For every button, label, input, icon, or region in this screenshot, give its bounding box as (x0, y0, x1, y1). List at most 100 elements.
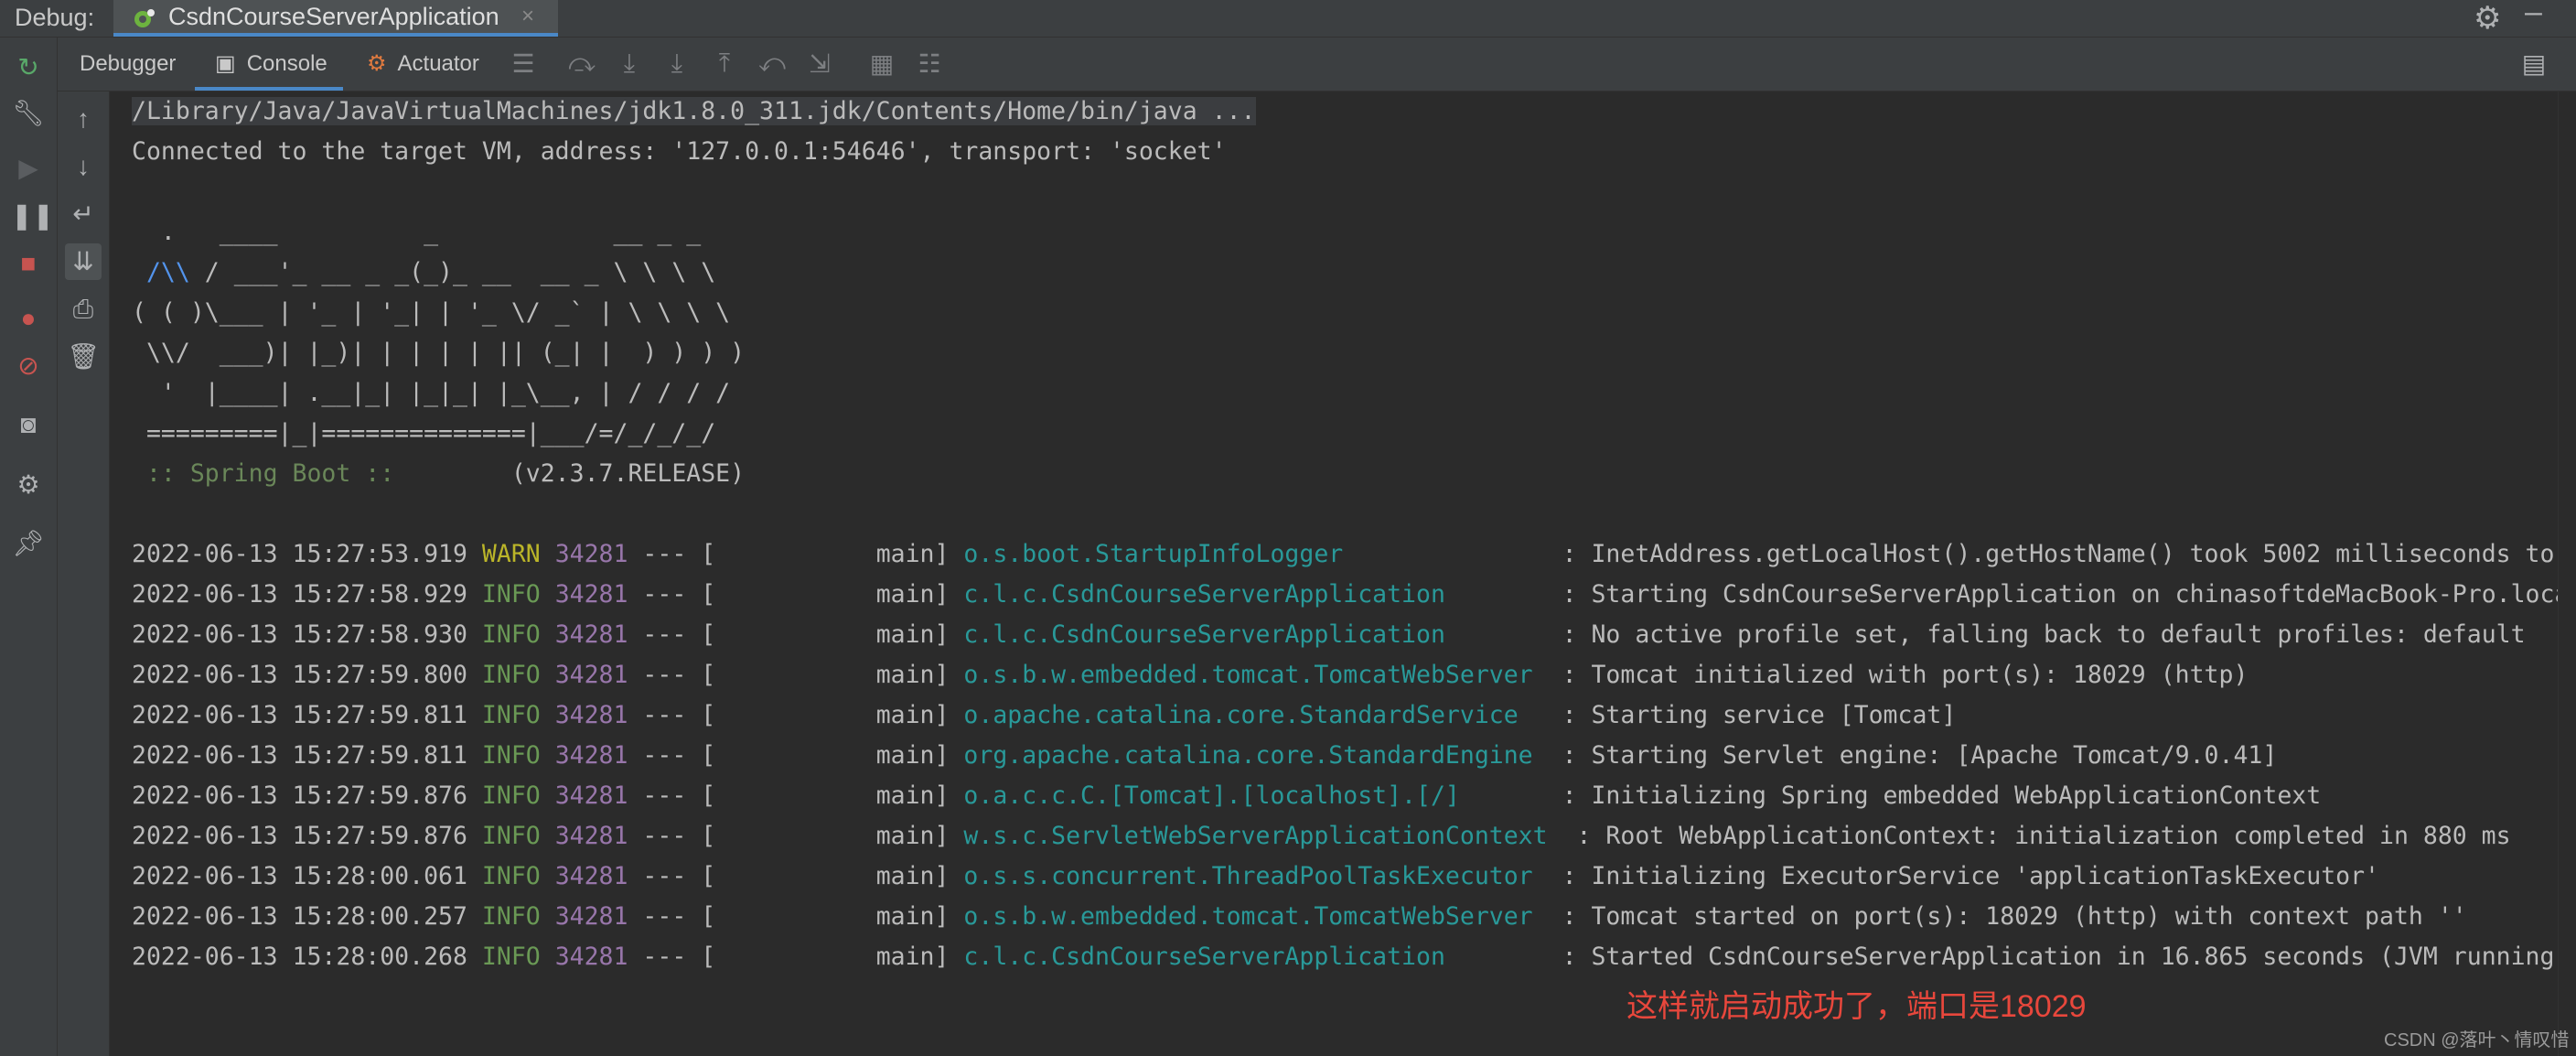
log-level: INFO (481, 741, 541, 770)
log-pid: 34281 (540, 741, 628, 770)
mute-breakpoints-icon[interactable]: ⊘ (11, 349, 46, 383)
console-gutter-toolbar: ↑ ↓ ↵ ⇊ ⎙ 🗑︎ (58, 92, 110, 1056)
annotation-text: 这样就启动成功了，端口是18029 (1626, 989, 2087, 1024)
stop-icon[interactable]: ■ (11, 246, 46, 281)
scroll-to-end-icon[interactable]: ⇊ (65, 243, 102, 280)
log-logger-link[interactable]: org.apache.catalina.core.StandardEngine (963, 741, 1547, 770)
log-message: : Starting CsdnCourseServerApplication o… (1547, 580, 2558, 609)
log-line: 2022-06-13 15:27:59.876 INFO 34281 --- [… (132, 776, 2321, 816)
step-into-icon[interactable]: ⤓ (661, 48, 692, 79)
log-logger-link[interactable]: o.s.b.w.embedded.tomcat.TomcatWebServer (963, 661, 1547, 689)
log-timestamp: 2022-06-13 15:27:59.876 (132, 781, 482, 810)
log-message: : Root WebApplicationContext: initializa… (1562, 822, 2511, 850)
watermark: CSDN @落叶丶情叹惜 (2384, 1030, 2570, 1051)
log-message: : Starting Servlet engine: [Apache Tomca… (1547, 741, 2278, 770)
tab-actuator-label: Actuator (397, 51, 479, 76)
log-pid: 34281 (540, 822, 628, 850)
log-logger-link[interactable]: o.apache.catalina.core.StandardService (963, 701, 1547, 729)
log-timestamp: 2022-06-13 15:27:58.929 (132, 580, 482, 609)
log-timestamp: 2022-06-13 15:28:00.257 (132, 902, 482, 931)
console-output[interactable]: /Library/Java/JavaVirtualMachines/jdk1.8… (110, 92, 2558, 1056)
vertical-scrollbar[interactable] (2558, 92, 2576, 1056)
log-level: INFO (481, 943, 541, 971)
tab-actuator[interactable]: ⚙ Actuator (367, 38, 479, 91)
view-breakpoints-icon[interactable]: ● (11, 301, 46, 336)
rerun-icon[interactable]: ↻ (11, 50, 46, 85)
banner-line: . ____ _ __ _ _ (132, 218, 702, 246)
log-message: : Started CsdnCourseServerApplication in… (1547, 943, 2558, 971)
down-arrow-icon[interactable]: ↓ (65, 148, 102, 185)
up-arrow-icon[interactable]: ↑ (65, 101, 102, 137)
settings-gear-icon[interactable]: ⚙ (2474, 0, 2501, 37)
banner-line: /\\ / ___'_ __ _ _(_)_ __ __ _ \ \ \ \ (132, 253, 715, 293)
log-timestamp: 2022-06-13 15:27:59.811 (132, 741, 482, 770)
debug-actions-toolbar: ↻ 🔧︎ ▶ ❚❚ ■ ● ⊘ ◙ ⚙ 📌︎ (0, 38, 58, 1056)
log-line: 2022-06-13 15:28:00.268 INFO 34281 --- [… (132, 937, 2558, 977)
close-tab-icon[interactable]: × (521, 4, 534, 29)
log-logger-link[interactable]: o.s.boot.StartupInfoLogger (963, 540, 1547, 568)
log-pid: 34281 (540, 580, 628, 609)
log-logger-link[interactable]: o.a.c.c.C.[Tomcat].[localhost].[/] (963, 781, 1547, 810)
spring-bug-icon (134, 9, 155, 27)
drop-frame-icon[interactable]: ⤺ (757, 48, 788, 79)
log-thread: --- [ main] (628, 661, 964, 689)
soft-wrap-icon[interactable]: ↵ (65, 196, 102, 232)
tab-console-label: Console (246, 51, 327, 76)
run-to-cursor-icon[interactable]: ⇲ (804, 48, 835, 79)
show-execution-point-icon[interactable]: ⤼ (566, 48, 597, 79)
log-line: 2022-06-13 15:27:58.930 INFO 34281 --- [… (132, 615, 2526, 655)
log-level: WARN (481, 540, 541, 568)
actuator-icon: ⚙ (367, 51, 387, 76)
log-level: INFO (481, 862, 541, 890)
log-thread: --- [ main] (628, 580, 964, 609)
log-logger-link[interactable]: o.s.b.w.embedded.tomcat.TomcatWebServer (963, 902, 1547, 931)
log-logger-link[interactable]: c.l.c.CsdnCourseServerApplication (963, 580, 1547, 609)
log-thread: --- [ main] (628, 862, 964, 890)
get-thread-dump-camera-icon[interactable]: ◙ (11, 407, 46, 442)
restore-layout-icon[interactable]: ▤ (2518, 48, 2549, 79)
log-message: : No active profile set, falling back to… (1547, 620, 2526, 649)
resume-program-icon[interactable]: ▶ (11, 151, 46, 186)
log-logger-link[interactable]: c.l.c.CsdnCourseServerApplication (963, 943, 1547, 971)
run-config-tab-label: CsdnCourseServerApplication (168, 3, 499, 30)
modify-config-wrench-icon[interactable]: 🔧︎ (11, 96, 46, 131)
log-level: INFO (481, 580, 541, 609)
step-out-icon[interactable]: ⤒ (709, 48, 740, 79)
log-line: 2022-06-13 15:27:53.919 WARN 34281 --- [… (132, 534, 2558, 575)
clear-all-trash-icon[interactable]: 🗑︎ (65, 339, 102, 375)
log-pid: 34281 (540, 943, 628, 971)
log-thread: --- [ main] (628, 943, 964, 971)
log-level: INFO (481, 902, 541, 931)
minimize-icon[interactable]: – (2525, 0, 2542, 30)
debug-title-bar: Debug: CsdnCourseServerApplication × ⚙ – (0, 0, 2576, 38)
java-command-line[interactable]: /Library/Java/JavaVirtualMachines/jdk1.8… (132, 97, 1256, 125)
log-logger-link[interactable]: c.l.c.CsdnCourseServerApplication (963, 620, 1547, 649)
run-config-tab[interactable]: CsdnCourseServerApplication × (113, 0, 558, 37)
log-level: INFO (481, 620, 541, 649)
log-pid: 34281 (540, 781, 628, 810)
log-timestamp: 2022-06-13 15:28:00.061 (132, 862, 482, 890)
settings-icon[interactable]: ⚙ (11, 468, 46, 502)
log-message: : Initializing ExecutorService 'applicat… (1547, 862, 2380, 890)
tab-console[interactable]: ▣ Console (195, 38, 343, 91)
pause-program-icon[interactable]: ❚❚ (11, 199, 54, 233)
log-pid: 34281 (540, 620, 628, 649)
debug-label: Debug: (15, 4, 95, 31)
evaluate-expression-icon[interactable]: ▦ (866, 48, 897, 79)
log-timestamp: 2022-06-13 15:27:58.930 (132, 620, 482, 649)
log-timestamp: 2022-06-13 15:28:00.268 (132, 943, 482, 971)
pin-tab-icon[interactable]: 📌︎ (11, 526, 46, 561)
tab-debugger-label: Debugger (80, 51, 177, 76)
log-message: : Starting service [Tomcat] (1547, 701, 1957, 729)
layout-menu-icon[interactable]: ☰ (508, 48, 539, 79)
log-message: : Tomcat initialized with port(s): 18029… (1547, 661, 2249, 689)
banner-rest-segment: / ___'_ __ _ _(_)_ __ __ _ \ \ \ \ (189, 258, 716, 286)
print-icon[interactable]: ⎙ (65, 291, 102, 328)
log-logger-link[interactable]: w.s.c.ServletWebServerApplicationContext (963, 822, 1562, 850)
log-logger-link[interactable]: o.s.s.concurrent.ThreadPoolTaskExecutor (963, 862, 1547, 890)
log-level: INFO (481, 822, 541, 850)
tab-debugger[interactable]: Debugger (80, 38, 176, 91)
banner-line: =========|_|==============|___/=/_/_/_/ (132, 419, 716, 447)
trace-settings-icon[interactable]: ☷ (914, 48, 945, 79)
step-over-icon[interactable]: ⤓ (614, 48, 645, 79)
